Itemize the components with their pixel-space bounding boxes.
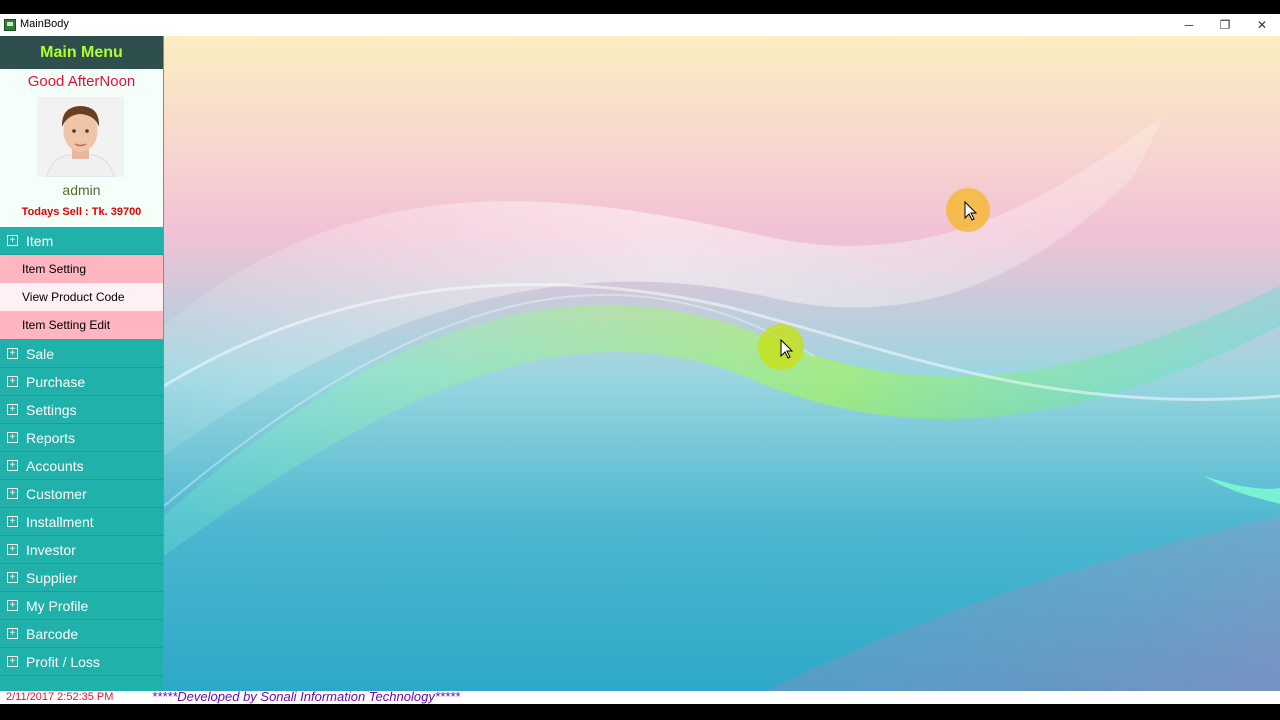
menu-item-label: Reports — [26, 429, 76, 446]
menu-item-label: Accounts — [26, 457, 84, 474]
expand-icon: + — [7, 628, 18, 639]
menu-item-purchase[interactable]: + Purchase — [0, 368, 163, 396]
sub-item-view-product-code[interactable]: View Product Code — [0, 283, 163, 311]
todays-sell: Todays Sell : Tk. 39700 — [21, 206, 142, 218]
window-title: MainBody — [20, 18, 69, 30]
sub-item-item-setting[interactable]: Item Setting — [0, 255, 163, 283]
sub-item-item-setting-edit[interactable]: Item Setting Edit — [0, 311, 163, 339]
expand-icon: + — [7, 235, 18, 246]
main-menu-heading: Main Menu — [0, 36, 163, 69]
expand-icon: + — [7, 488, 18, 499]
expand-icon: + — [7, 572, 18, 583]
menu-item-label: Purchase — [26, 373, 86, 390]
expand-icon: + — [7, 516, 18, 527]
menu-item-my-profile[interactable]: + My Profile — [0, 592, 163, 620]
menu-item-item[interactable]: + Item — [0, 227, 163, 255]
wallpaper-area — [164, 36, 1280, 691]
developer-credit: *****Developed by Sonali Information Tec… — [152, 689, 461, 704]
expand-icon: + — [7, 348, 18, 359]
avatar — [37, 97, 124, 177]
menu-item-label: Item — [26, 232, 54, 249]
menu-item-label: Profit / Loss — [26, 653, 100, 670]
menu-item-profit-loss[interactable]: + Profit / Loss — [0, 648, 163, 676]
expand-icon: + — [7, 656, 18, 667]
username: admin — [62, 182, 101, 198]
cursor-highlight-green — [756, 322, 806, 377]
menu-item-sale[interactable]: + Sale — [0, 340, 163, 368]
main-window: MainBody ─ ❐ ✕ Main Menu Good AfterNoon — [0, 14, 1280, 704]
greeting: Good AfterNoon — [27, 73, 136, 90]
sidebar: Main Menu Good AfterNoon admin Todays Se… — [0, 36, 164, 691]
menu-item-supplier[interactable]: + Supplier — [0, 564, 163, 592]
menu-item-label: Installment — [26, 513, 94, 530]
minimize-button[interactable]: ─ — [1171, 14, 1207, 36]
app-icon — [4, 19, 16, 31]
cursor-highlight-orange — [944, 186, 992, 239]
menu-item-label: Sale — [26, 345, 55, 362]
maximize-button[interactable]: ❐ — [1207, 14, 1243, 36]
expand-icon: + — [7, 544, 18, 555]
expand-icon: + — [7, 376, 18, 387]
close-button[interactable]: ✕ — [1244, 14, 1280, 36]
menu-item-settings[interactable]: + Settings — [0, 396, 163, 424]
status-bar: 2/11/2017 2:52:35 PM *****Developed by S… — [0, 689, 1280, 704]
menu-item-customer[interactable]: + Customer — [0, 480, 163, 508]
menu-item-label: Barcode — [26, 625, 79, 642]
menu-item-label: Supplier — [26, 569, 78, 586]
menu-item-label: Customer — [26, 485, 87, 502]
menu-item-label: Settings — [26, 401, 77, 418]
profile-panel: Good AfterNoon admin Todays Sell : Tk. 3… — [0, 69, 163, 227]
status-datetime: 2/11/2017 2:52:35 PM — [6, 691, 114, 703]
menu-item-accounts[interactable]: + Accounts — [0, 452, 163, 480]
wallpaper-waves — [164, 116, 1280, 691]
title-bar: MainBody ─ ❐ ✕ — [0, 14, 1280, 37]
menu-item-investor[interactable]: + Investor — [0, 536, 163, 564]
menu-item-reports[interactable]: + Reports — [0, 424, 163, 452]
expand-icon: + — [7, 404, 18, 415]
expand-icon: + — [7, 600, 18, 611]
menu-item-installment[interactable]: + Installment — [0, 508, 163, 536]
menu-item-label: My Profile — [26, 597, 89, 614]
menu-item-barcode[interactable]: + Barcode — [0, 620, 163, 648]
expand-icon: + — [7, 460, 18, 471]
menu-item-label: Investor — [26, 541, 76, 558]
expand-icon: + — [7, 432, 18, 443]
